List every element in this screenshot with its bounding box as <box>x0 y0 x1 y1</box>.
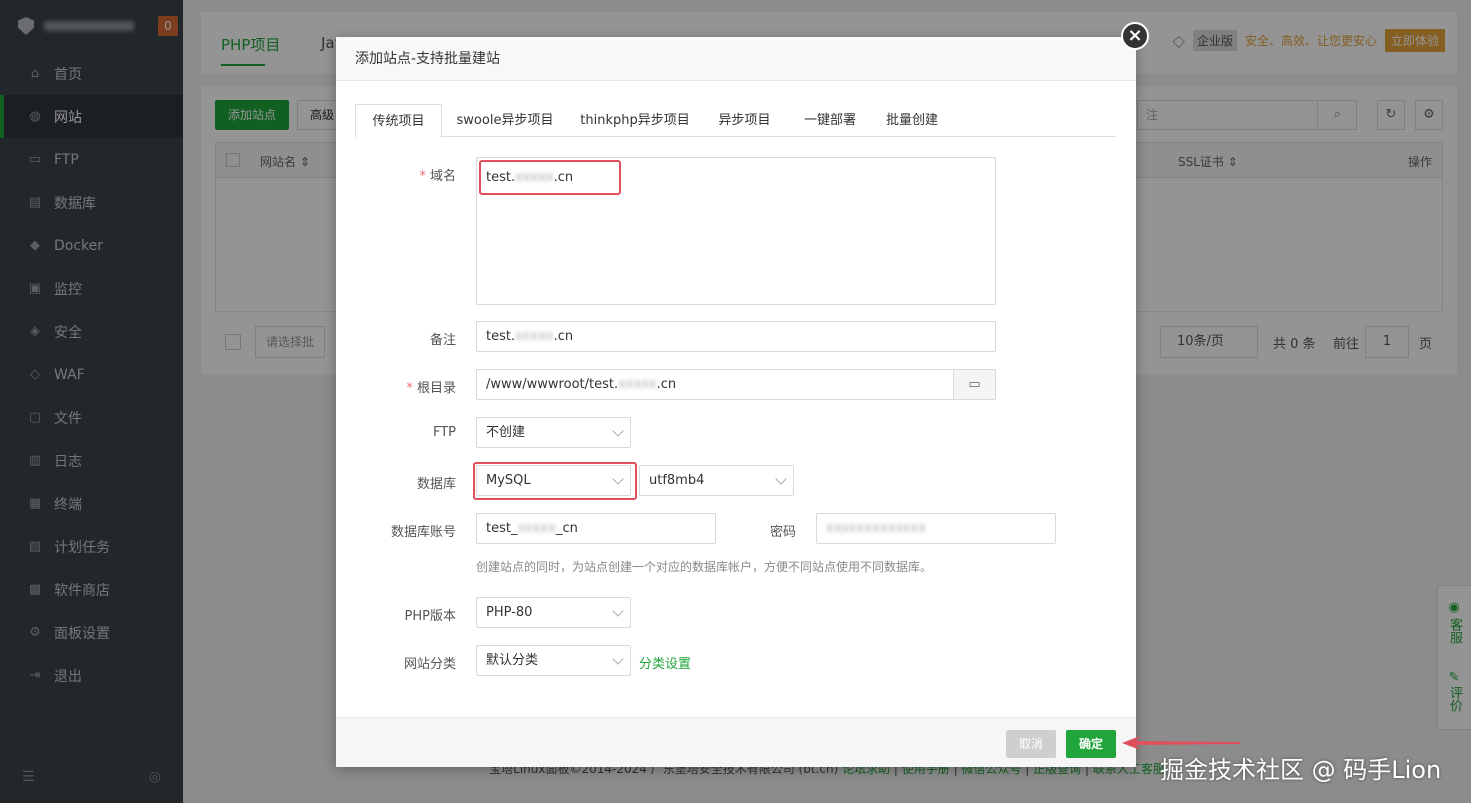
dialog-tabs: 传统项目 swoole异步项目 thinkphp异步项目 异步项目 一键部署 批… <box>355 104 1116 138</box>
charset-select[interactable]: utf8mb4 <box>639 465 794 496</box>
ftp-label: FTP <box>432 425 456 440</box>
watermark: 掘金技术社区 @ 码手Lion <box>1160 756 1442 784</box>
remark-label: 备注 <box>429 333 456 348</box>
tab-thinkphp[interactable]: thinkphp异步项目 <box>575 104 695 137</box>
db-account-input[interactable]: test_xxxxx_cn <box>476 513 716 544</box>
tab-swoole[interactable]: swoole异步项目 <box>451 104 559 137</box>
dialog-footer: 取消 确定 <box>336 717 1136 767</box>
cancel-button[interactable]: 取消 <box>1006 730 1056 758</box>
domain-highlight-box <box>479 160 621 195</box>
remark-input[interactable]: test.xxxxx.cn <box>476 321 996 352</box>
category-select[interactable]: 默认分类 <box>476 645 631 676</box>
root-dir-input[interactable]: /www/wwwroot/test.xxxxx.cn <box>476 369 954 400</box>
folder-icon[interactable]: ▭ <box>953 369 996 400</box>
close-icon[interactable]: × <box>1121 22 1149 50</box>
category-settings-link[interactable]: 分类设置 <box>639 653 691 672</box>
tab-batch-create[interactable]: 批量创建 <box>877 104 947 137</box>
annotation-arrow <box>1122 736 1240 750</box>
db-account-label: 数据库账号 <box>390 525 456 540</box>
confirm-button[interactable]: 确定 <box>1066 730 1116 758</box>
tab-traditional[interactable]: 传统项目 <box>355 104 442 138</box>
root-dir-label: * 根目录 <box>406 381 456 396</box>
php-version-select[interactable]: PHP-80 <box>476 597 631 628</box>
add-site-dialog: 添加站点-支持批量建站 传统项目 swoole异步项目 thinkphp异步项目… <box>336 37 1136 767</box>
dialog-title: 添加站点-支持批量建站 <box>336 37 1136 81</box>
category-label: 网站分类 <box>403 657 456 672</box>
domain-label: * 域名 <box>419 169 456 184</box>
tab-async[interactable]: 异步项目 <box>707 104 782 137</box>
database-label: 数据库 <box>416 477 456 492</box>
tab-one-click-deploy[interactable]: 一键部署 <box>795 104 865 137</box>
db-hint-text: 创建站点的同时，为站点创建一个对应的数据库帐户，方便不同站点使用不同数据库。 <box>476 560 933 574</box>
db-password-input[interactable]: xxxxxxxxxxxxx <box>816 513 1056 544</box>
ftp-select[interactable]: 不创建 <box>476 417 631 448</box>
password-label: 密码 <box>769 525 796 540</box>
database-highlight-box <box>473 462 637 500</box>
php-version-label: PHP版本 <box>404 609 456 624</box>
